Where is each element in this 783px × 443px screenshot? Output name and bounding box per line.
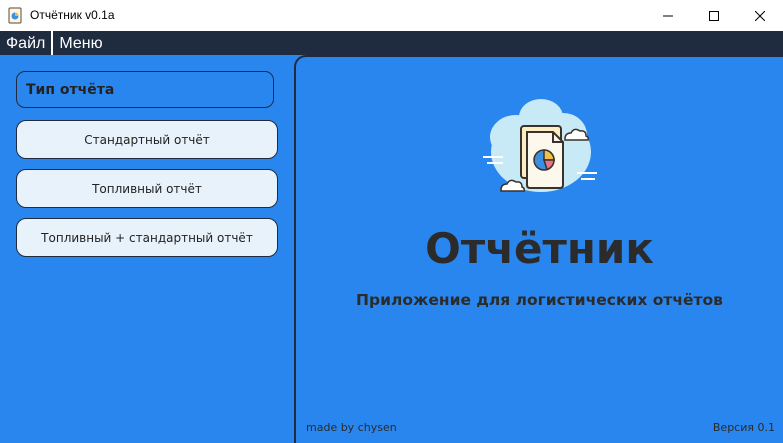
fuel-report-button[interactable]: Топливный отчёт (16, 169, 278, 208)
menu-bar: Файл Меню (0, 31, 783, 55)
menu-menu[interactable]: Меню (53, 31, 108, 55)
standard-report-button[interactable]: Стандартный отчёт (16, 120, 278, 159)
close-icon (755, 10, 765, 21)
fuel-report-label: Топливный отчёт (92, 181, 202, 196)
maximize-icon (709, 10, 719, 21)
app-icon (8, 7, 22, 24)
close-button[interactable] (737, 0, 783, 31)
version-text: Версия 0.1 (712, 421, 775, 434)
main-panel: Отчётник Приложение для логистических от… (294, 55, 783, 443)
fuel-standard-report-label: Топливный + стандартный отчёт (41, 230, 253, 245)
minimize-icon (663, 15, 673, 16)
report-chart-cloud-icon (483, 99, 597, 192)
standard-report-label: Стандартный отчёт (84, 132, 210, 147)
app-name-title: Отчётник (425, 224, 654, 273)
sidebar: Тип отчёта Стандартный отчёт Топливный о… (0, 55, 294, 443)
window-title: Отчётник v0.1a (30, 8, 115, 22)
app-subtitle: Приложение для логистических отчётов (356, 291, 723, 309)
report-type-header: Тип отчёта (16, 71, 274, 108)
menu-file[interactable]: Файл (0, 31, 51, 55)
maximize-button[interactable] (691, 0, 737, 31)
credit-text: made by chysen (306, 421, 397, 434)
minimize-button[interactable] (645, 0, 691, 31)
title-bar: Отчётник v0.1a (0, 0, 783, 31)
fuel-standard-report-button[interactable]: Топливный + стандартный отчёт (16, 218, 278, 257)
